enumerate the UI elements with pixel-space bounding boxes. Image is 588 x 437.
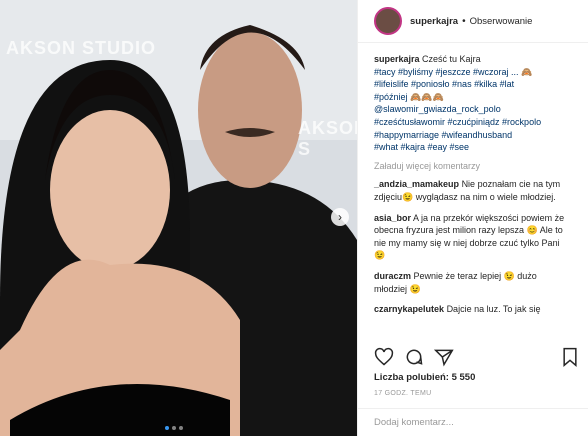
caption-hashtags-7[interactable]: #what #kajra #eay #see (374, 142, 469, 152)
caption-text: Cześć tu Kajra (422, 54, 481, 64)
comment-item: czarnykapelutek Dajcie na luz. To jak si… (374, 303, 572, 315)
caption-username[interactable]: superkajra (374, 54, 420, 64)
add-comment-input[interactable]: Dodaj komentarz... (358, 408, 588, 437)
follow-status-button[interactable]: Obserwowanie (470, 16, 533, 27)
carousel-dots (165, 426, 183, 430)
next-photo-button[interactable]: › (331, 208, 349, 226)
likes-count[interactable]: Liczba polubień: 5 550 (374, 372, 475, 383)
share-icon[interactable] (434, 347, 454, 367)
post-photo[interactable]: AKSON STUDIO AKSON S › (0, 0, 357, 436)
photo-text-right: AKSON S (298, 118, 357, 159)
post-timestamp[interactable]: 17 GODZ. TEMU (374, 390, 431, 397)
avatar[interactable] (374, 7, 402, 35)
caption-hashtags-5[interactable]: #cześćtusławomir #czućpiniądz #rockpolo (374, 117, 541, 127)
comment-icon[interactable] (404, 347, 424, 367)
caption-hashtags-3[interactable]: #później 🙈🙈🙈 (374, 92, 444, 102)
caption-hashtags-1[interactable]: #tacy #byliśmy #jeszcze #wczoraj ... 🙈 (374, 67, 532, 77)
comment-text: Dajcie na luz. To jak się (446, 304, 541, 315)
comments-section: superkajra Cześć tu Kajra #tacy #byliśmy… (358, 43, 588, 315)
carousel-dot (179, 426, 183, 430)
separator-dot: • (462, 15, 466, 27)
caption-hashtags-6[interactable]: #happymarriage #wifeandhusband (374, 130, 512, 140)
heart-icon[interactable] (374, 347, 394, 367)
load-more-comments-link[interactable]: Załaduj więcej komentarzy (374, 160, 572, 173)
carousel-dot (172, 426, 176, 430)
comment-item: _andzia_mamakeup Nie poznałam cie na tym… (374, 178, 572, 203)
comment-item: duraczm Pewnie że teraz lepiej 😉 dużo mł… (374, 270, 572, 295)
comment-username[interactable]: duraczm (374, 271, 411, 281)
post-sidebar: superkajra • Obserwowanie superkajra Cze… (357, 0, 588, 436)
post-header: superkajra • Obserwowanie (358, 0, 588, 43)
bookmark-icon[interactable] (560, 347, 580, 367)
photo-illustration (0, 0, 357, 436)
comment-username[interactable]: czarnykapelutek (374, 304, 444, 314)
comment-username[interactable]: asia_bor (374, 213, 411, 223)
comment-item: asia_bor A ja na przekór większości powi… (374, 212, 572, 262)
chevron-right-icon: › (338, 210, 342, 224)
username-link[interactable]: superkajra (410, 16, 458, 27)
caption-hashtags-2[interactable]: #lifeislife #poniosło #nas #kilka #lat (374, 79, 514, 89)
comment-username[interactable]: _andzia_mamakeup (374, 179, 459, 189)
caption: superkajra Cześć tu Kajra #tacy #byliśmy… (374, 53, 572, 154)
instagram-post: AKSON STUDIO AKSON S › superkajra • Obse… (0, 0, 588, 436)
caption-mention[interactable]: @slawomir_gwiazda_rock_polo (374, 104, 501, 114)
carousel-dot (165, 426, 169, 430)
action-bar (374, 346, 580, 368)
photo-text-left: AKSON STUDIO (6, 38, 157, 58)
